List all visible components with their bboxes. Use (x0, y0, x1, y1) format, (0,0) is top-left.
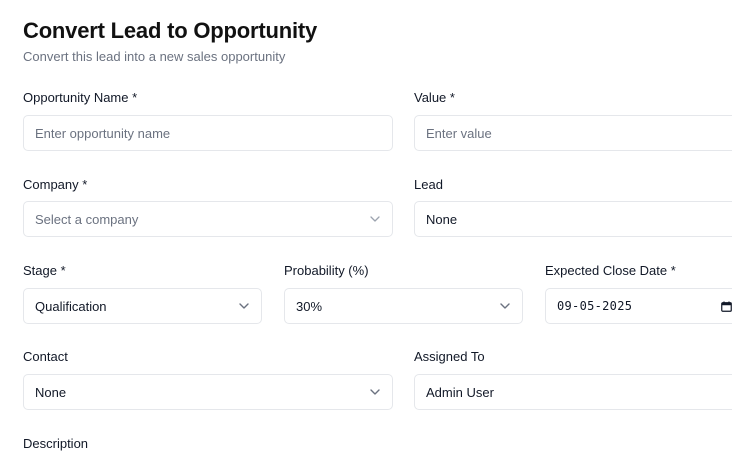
expected-close-date-field[interactable]: 09-05-2025 (545, 288, 732, 324)
expected-close-date-value[interactable]: 09-05-2025 (557, 299, 713, 313)
description-label: Description (23, 436, 89, 451)
chevron-down-icon (369, 213, 381, 225)
value-field[interactable] (414, 115, 732, 151)
contact-label: Contact (23, 349, 68, 364)
page-subtitle: Convert this lead into a new sales oppor… (23, 49, 286, 64)
convert-lead-dialog: Convert Lead to Opportunity Convert this… (0, 0, 732, 458)
company-select-placeholder: Select a company (35, 211, 139, 227)
stage-select[interactable]: Qualification (23, 288, 262, 324)
opportunity-name-label: Opportunity Name * (23, 90, 138, 105)
opportunity-name-input[interactable] (35, 125, 381, 141)
company-label: Company * (23, 177, 88, 192)
lead-value: None (426, 211, 458, 227)
probability-select-value: 30% (296, 298, 323, 314)
opportunity-name-field[interactable] (23, 115, 393, 151)
assigned-to-value: Admin User (426, 384, 494, 400)
contact-select[interactable]: None (23, 374, 393, 410)
chevron-down-icon (369, 386, 381, 398)
calendar-icon[interactable] (719, 299, 732, 313)
contact-select-value: None (35, 384, 67, 400)
page-title: Convert Lead to Opportunity (23, 18, 318, 43)
lead-label: Lead (414, 177, 443, 192)
lead-field[interactable]: None (414, 201, 732, 237)
probability-select[interactable]: 30% (284, 288, 523, 324)
stage-select-value: Qualification (35, 298, 107, 314)
value-label: Value * (414, 90, 455, 105)
value-input[interactable] (426, 125, 732, 141)
assigned-to-label: Assigned To (414, 349, 485, 364)
chevron-down-icon (499, 300, 511, 312)
assigned-to-field[interactable]: Admin User (414, 374, 732, 410)
stage-label: Stage * (23, 263, 66, 278)
company-select[interactable]: Select a company (23, 201, 393, 237)
expected-close-date-label: Expected Close Date * (545, 263, 676, 278)
probability-label: Probability (%) (284, 263, 369, 278)
chevron-down-icon (238, 300, 250, 312)
